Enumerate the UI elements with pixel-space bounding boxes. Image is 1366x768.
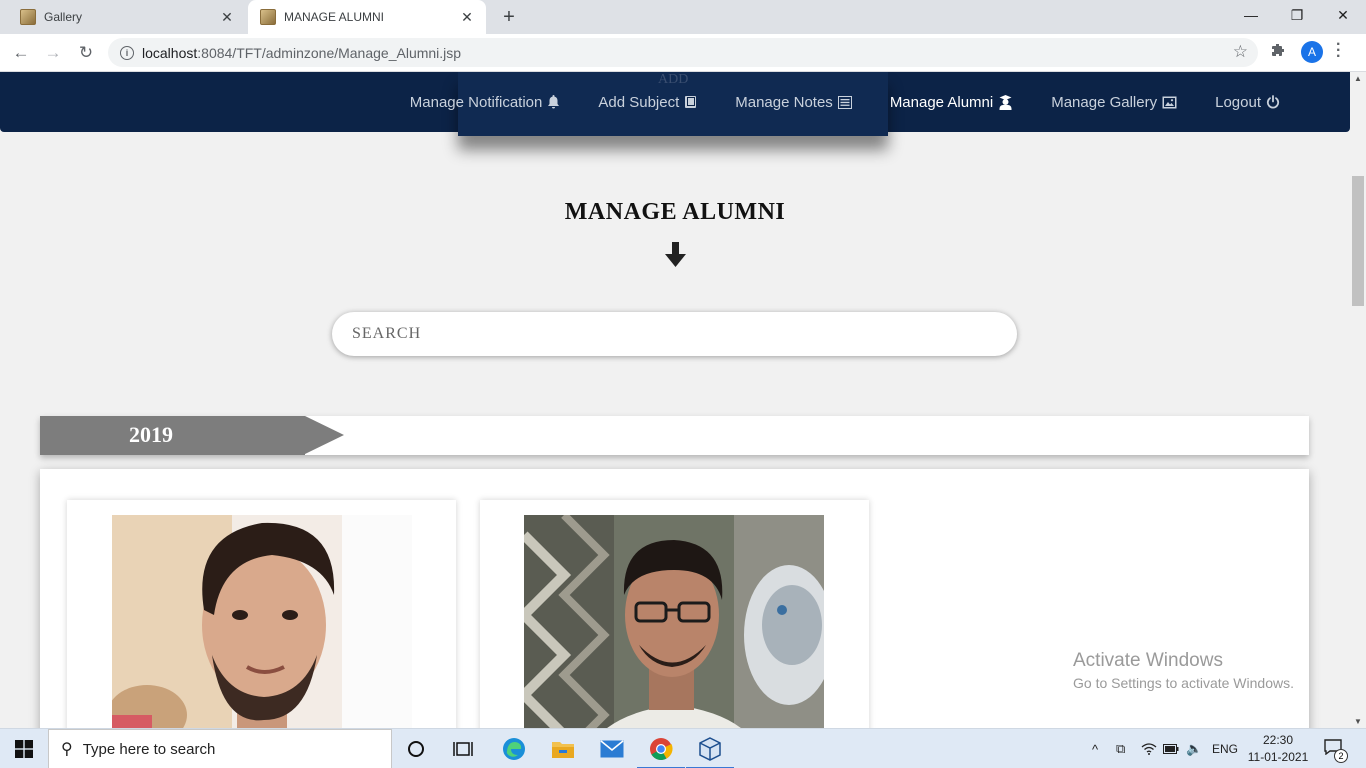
- chrome-icon[interactable]: [637, 733, 685, 768]
- tab-gallery[interactable]: Gallery ✕: [8, 0, 246, 34]
- nav-manage-notes[interactable]: Manage Notes: [735, 94, 852, 111]
- book-icon: [684, 95, 697, 109]
- alumni-photo: [524, 515, 824, 728]
- page-scrollbar[interactable]: ▲ ▼: [1350, 72, 1366, 728]
- arrow-down-icon: [665, 242, 686, 273]
- windows-start-icon[interactable]: [0, 729, 48, 768]
- profile-avatar[interactable]: A: [1301, 41, 1323, 63]
- address-bar[interactable]: i localhost:8084/TFT/adminzone/Manage_Al…: [108, 38, 1258, 67]
- language-indicator[interactable]: ENG: [1212, 729, 1238, 768]
- close-icon[interactable]: ✕: [216, 6, 238, 28]
- meet-now-icon[interactable]: ⧉: [1116, 729, 1125, 768]
- url-host: localhost: [142, 44, 198, 61]
- tab-manage-alumni[interactable]: MANAGE ALUMNI ✕: [248, 0, 486, 34]
- site-favicon-icon: [260, 9, 276, 25]
- nav-add-subject[interactable]: Add Subject: [598, 94, 697, 111]
- clock-date: 11-01-2021: [1247, 750, 1309, 764]
- nav-manage-notification[interactable]: Manage Notification: [410, 94, 561, 111]
- nav-link-label: Manage Alumni: [889, 93, 994, 111]
- watermark-title: Activate Windows: [1073, 650, 1223, 671]
- alumni-photo: [112, 515, 412, 728]
- search-input[interactable]: [332, 312, 1017, 356]
- year-label: 2019: [129, 422, 173, 447]
- page-title: MANAGE ALUMNI: [564, 199, 786, 225]
- nav-link-label: Logout: [1215, 93, 1261, 111]
- scroll-up-icon[interactable]: ▲: [1354, 74, 1362, 83]
- browser-tabstrip: Gallery ✕ MANAGE ALUMNI ✕ + — ❐ ✕: [0, 0, 1366, 34]
- nav-logout[interactable]: Logout: [1215, 94, 1280, 111]
- nav-manage-alumni[interactable]: Manage Alumni: [890, 94, 1013, 111]
- search-icon: ⚲: [61, 741, 73, 758]
- wifi-icon[interactable]: [1141, 729, 1157, 768]
- file-explorer-icon[interactable]: [547, 733, 579, 765]
- scrollbar-thumb[interactable]: [1352, 176, 1364, 306]
- nav-link-label: Manage Gallery: [1051, 93, 1158, 111]
- taskbar-search-placeholder: Type here to search: [82, 740, 216, 758]
- nav-link-label: Manage Notification: [409, 93, 543, 111]
- alumni-card[interactable]: [480, 500, 869, 728]
- info-icon[interactable]: i: [120, 45, 134, 60]
- site-favicon-icon: [20, 9, 36, 25]
- taskbar-search-box[interactable]: ⚲ Type here to search: [48, 729, 392, 768]
- bookmark-star-icon[interactable]: ☆: [1233, 42, 1248, 62]
- tab-title: MANAGE ALUMNI: [284, 10, 385, 24]
- close-icon[interactable]: ✕: [456, 6, 478, 28]
- mail-icon[interactable]: [596, 733, 628, 765]
- watermark-subtitle: Go to Settings to activate Windows.: [1073, 675, 1294, 691]
- reload-button[interactable]: ↻: [73, 40, 99, 66]
- notification-count-badge: 2: [1334, 749, 1348, 763]
- restore-button[interactable]: ❐: [1274, 0, 1320, 30]
- back-button[interactable]: ←: [8, 40, 34, 66]
- bell-icon: [547, 95, 560, 109]
- nav-links: Manage Notification Add Subject Manage N…: [372, 72, 1280, 132]
- alumni-card[interactable]: [67, 500, 456, 728]
- virtualbox-icon[interactable]: [686, 733, 734, 768]
- browser-menu-icon[interactable]: · · ·: [1336, 37, 1341, 65]
- clock-time: 22:30: [1262, 733, 1294, 747]
- taskbar-clock[interactable]: 22:30 11-01-2021: [1244, 732, 1312, 766]
- url-path: :8084/TFT/adminzone/Manage_Alumni.jsp: [197, 44, 462, 61]
- site-navbar: ADD Manage Notification Add Subject Mana…: [0, 72, 1350, 136]
- scroll-down-icon[interactable]: ▼: [1354, 717, 1362, 726]
- minimize-button[interactable]: —: [1228, 0, 1274, 30]
- list-icon: [837, 95, 852, 109]
- activate-windows-watermark: Activate Windows Go to Settings to activ…: [1073, 650, 1294, 691]
- edge-browser-icon[interactable]: [498, 733, 530, 765]
- year-header: 2019: [40, 416, 1309, 455]
- volume-icon[interactable]: 🔈: [1186, 729, 1202, 768]
- window-close-button[interactable]: ✕: [1320, 0, 1366, 30]
- new-tab-button[interactable]: +: [497, 5, 521, 29]
- task-view-icon[interactable]: [447, 733, 479, 765]
- windows-taskbar: ⚲ Type here to search ^ ⧉ 🔈 ENG 22:30 11…: [0, 728, 1366, 768]
- nav-link-label: Manage Notes: [735, 93, 833, 111]
- image-icon: [1162, 96, 1177, 109]
- show-hidden-icons[interactable]: ^: [1092, 729, 1098, 768]
- nav-manage-gallery[interactable]: Manage Gallery: [1051, 94, 1177, 111]
- cortana-icon[interactable]: [400, 733, 432, 765]
- extensions-puzzle-icon[interactable]: [1270, 43, 1286, 64]
- graduate-icon: [998, 94, 1013, 110]
- page-viewport: ADD Manage Notification Add Subject Mana…: [0, 72, 1350, 728]
- forward-button[interactable]: →: [40, 40, 66, 66]
- tab-title: Gallery: [44, 10, 83, 24]
- nav-link-label: Add Subject: [598, 93, 680, 111]
- browser-toolbar: ← → ↻ i localhost:8084/TFT/adminzone/Man…: [0, 34, 1366, 72]
- power-icon: [1266, 95, 1280, 109]
- battery-icon[interactable]: [1163, 729, 1179, 768]
